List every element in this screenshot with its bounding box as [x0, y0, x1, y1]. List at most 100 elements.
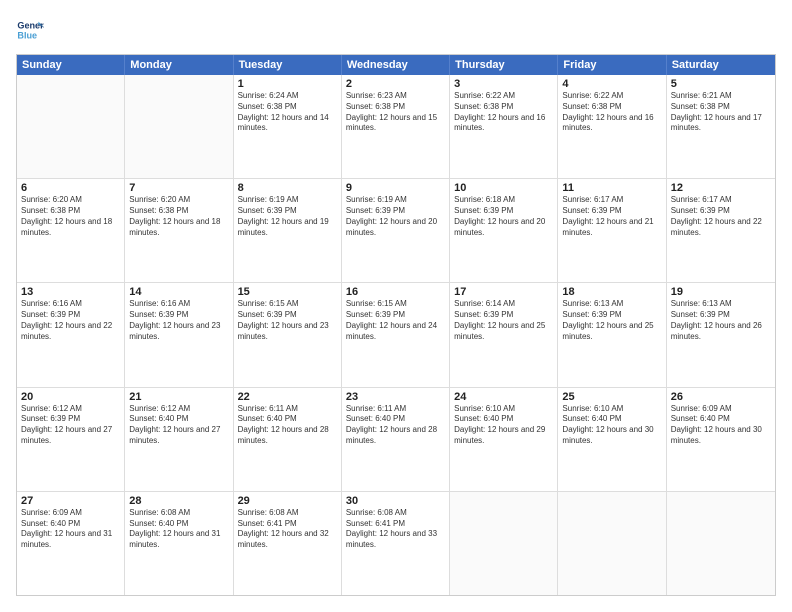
- logo: General Blue: [16, 16, 48, 44]
- day-number: 16: [346, 286, 445, 298]
- calendar-cell: 4Sunrise: 6:22 AM Sunset: 6:38 PM Daylig…: [558, 75, 666, 178]
- calendar-cell: [125, 75, 233, 178]
- logo-icon: General Blue: [16, 16, 44, 44]
- cell-details: Sunrise: 6:14 AM Sunset: 6:39 PM Dayligh…: [454, 299, 553, 342]
- day-number: 9: [346, 182, 445, 194]
- cell-details: Sunrise: 6:17 AM Sunset: 6:39 PM Dayligh…: [562, 195, 661, 238]
- calendar-week-2: 6Sunrise: 6:20 AM Sunset: 6:38 PM Daylig…: [17, 179, 775, 283]
- page: General Blue SundayMondayTuesdayWednesda…: [0, 0, 792, 612]
- cell-details: Sunrise: 6:24 AM Sunset: 6:38 PM Dayligh…: [238, 91, 337, 134]
- calendar-cell: [558, 492, 666, 595]
- day-number: 13: [21, 286, 120, 298]
- calendar-week-3: 13Sunrise: 6:16 AM Sunset: 6:39 PM Dayli…: [17, 283, 775, 387]
- calendar-cell: [450, 492, 558, 595]
- day-number: 1: [238, 78, 337, 90]
- day-number: 7: [129, 182, 228, 194]
- calendar-cell: 3Sunrise: 6:22 AM Sunset: 6:38 PM Daylig…: [450, 75, 558, 178]
- calendar-cell: 10Sunrise: 6:18 AM Sunset: 6:39 PM Dayli…: [450, 179, 558, 282]
- day-number: 12: [671, 182, 771, 194]
- svg-text:Blue: Blue: [17, 30, 37, 40]
- cell-details: Sunrise: 6:19 AM Sunset: 6:39 PM Dayligh…: [346, 195, 445, 238]
- calendar: SundayMondayTuesdayWednesdayThursdayFrid…: [16, 54, 776, 596]
- calendar-cell: 16Sunrise: 6:15 AM Sunset: 6:39 PM Dayli…: [342, 283, 450, 386]
- calendar-cell: 7Sunrise: 6:20 AM Sunset: 6:38 PM Daylig…: [125, 179, 233, 282]
- weekday-header-friday: Friday: [558, 55, 666, 75]
- calendar-cell: 18Sunrise: 6:13 AM Sunset: 6:39 PM Dayli…: [558, 283, 666, 386]
- calendar-cell: 22Sunrise: 6:11 AM Sunset: 6:40 PM Dayli…: [234, 388, 342, 491]
- calendar-cell: 5Sunrise: 6:21 AM Sunset: 6:38 PM Daylig…: [667, 75, 775, 178]
- cell-details: Sunrise: 6:13 AM Sunset: 6:39 PM Dayligh…: [671, 299, 771, 342]
- calendar-cell: 6Sunrise: 6:20 AM Sunset: 6:38 PM Daylig…: [17, 179, 125, 282]
- header: General Blue: [16, 16, 776, 44]
- calendar-cell: 1Sunrise: 6:24 AM Sunset: 6:38 PM Daylig…: [234, 75, 342, 178]
- calendar-header-row: SundayMondayTuesdayWednesdayThursdayFrid…: [17, 55, 775, 75]
- day-number: 6: [21, 182, 120, 194]
- calendar-cell: 29Sunrise: 6:08 AM Sunset: 6:41 PM Dayli…: [234, 492, 342, 595]
- cell-details: Sunrise: 6:15 AM Sunset: 6:39 PM Dayligh…: [346, 299, 445, 342]
- cell-details: Sunrise: 6:23 AM Sunset: 6:38 PM Dayligh…: [346, 91, 445, 134]
- calendar-cell: 9Sunrise: 6:19 AM Sunset: 6:39 PM Daylig…: [342, 179, 450, 282]
- calendar-week-4: 20Sunrise: 6:12 AM Sunset: 6:39 PM Dayli…: [17, 388, 775, 492]
- calendar-cell: 17Sunrise: 6:14 AM Sunset: 6:39 PM Dayli…: [450, 283, 558, 386]
- day-number: 20: [21, 391, 120, 403]
- cell-details: Sunrise: 6:11 AM Sunset: 6:40 PM Dayligh…: [346, 404, 445, 447]
- day-number: 27: [21, 495, 120, 507]
- cell-details: Sunrise: 6:09 AM Sunset: 6:40 PM Dayligh…: [21, 508, 120, 551]
- calendar-cell: 26Sunrise: 6:09 AM Sunset: 6:40 PM Dayli…: [667, 388, 775, 491]
- day-number: 8: [238, 182, 337, 194]
- day-number: 15: [238, 286, 337, 298]
- day-number: 18: [562, 286, 661, 298]
- weekday-header-sunday: Sunday: [17, 55, 125, 75]
- calendar-cell: 13Sunrise: 6:16 AM Sunset: 6:39 PM Dayli…: [17, 283, 125, 386]
- day-number: 23: [346, 391, 445, 403]
- cell-details: Sunrise: 6:20 AM Sunset: 6:38 PM Dayligh…: [129, 195, 228, 238]
- day-number: 25: [562, 391, 661, 403]
- cell-details: Sunrise: 6:22 AM Sunset: 6:38 PM Dayligh…: [562, 91, 661, 134]
- day-number: 21: [129, 391, 228, 403]
- day-number: 29: [238, 495, 337, 507]
- cell-details: Sunrise: 6:20 AM Sunset: 6:38 PM Dayligh…: [21, 195, 120, 238]
- calendar-body: 1Sunrise: 6:24 AM Sunset: 6:38 PM Daylig…: [17, 75, 775, 595]
- cell-details: Sunrise: 6:16 AM Sunset: 6:39 PM Dayligh…: [129, 299, 228, 342]
- cell-details: Sunrise: 6:12 AM Sunset: 6:40 PM Dayligh…: [129, 404, 228, 447]
- day-number: 26: [671, 391, 771, 403]
- day-number: 30: [346, 495, 445, 507]
- cell-details: Sunrise: 6:22 AM Sunset: 6:38 PM Dayligh…: [454, 91, 553, 134]
- day-number: 4: [562, 78, 661, 90]
- day-number: 19: [671, 286, 771, 298]
- cell-details: Sunrise: 6:10 AM Sunset: 6:40 PM Dayligh…: [562, 404, 661, 447]
- cell-details: Sunrise: 6:13 AM Sunset: 6:39 PM Dayligh…: [562, 299, 661, 342]
- calendar-cell: 19Sunrise: 6:13 AM Sunset: 6:39 PM Dayli…: [667, 283, 775, 386]
- weekday-header-tuesday: Tuesday: [234, 55, 342, 75]
- calendar-cell: 24Sunrise: 6:10 AM Sunset: 6:40 PM Dayli…: [450, 388, 558, 491]
- calendar-cell: 15Sunrise: 6:15 AM Sunset: 6:39 PM Dayli…: [234, 283, 342, 386]
- calendar-cell: 25Sunrise: 6:10 AM Sunset: 6:40 PM Dayli…: [558, 388, 666, 491]
- weekday-header-saturday: Saturday: [667, 55, 775, 75]
- cell-details: Sunrise: 6:18 AM Sunset: 6:39 PM Dayligh…: [454, 195, 553, 238]
- calendar-week-1: 1Sunrise: 6:24 AM Sunset: 6:38 PM Daylig…: [17, 75, 775, 179]
- calendar-cell: 20Sunrise: 6:12 AM Sunset: 6:39 PM Dayli…: [17, 388, 125, 491]
- cell-details: Sunrise: 6:09 AM Sunset: 6:40 PM Dayligh…: [671, 404, 771, 447]
- cell-details: Sunrise: 6:16 AM Sunset: 6:39 PM Dayligh…: [21, 299, 120, 342]
- cell-details: Sunrise: 6:17 AM Sunset: 6:39 PM Dayligh…: [671, 195, 771, 238]
- day-number: 3: [454, 78, 553, 90]
- cell-details: Sunrise: 6:08 AM Sunset: 6:41 PM Dayligh…: [238, 508, 337, 551]
- cell-details: Sunrise: 6:21 AM Sunset: 6:38 PM Dayligh…: [671, 91, 771, 134]
- calendar-cell: 21Sunrise: 6:12 AM Sunset: 6:40 PM Dayli…: [125, 388, 233, 491]
- cell-details: Sunrise: 6:15 AM Sunset: 6:39 PM Dayligh…: [238, 299, 337, 342]
- day-number: 22: [238, 391, 337, 403]
- calendar-week-5: 27Sunrise: 6:09 AM Sunset: 6:40 PM Dayli…: [17, 492, 775, 595]
- calendar-cell: 28Sunrise: 6:08 AM Sunset: 6:40 PM Dayli…: [125, 492, 233, 595]
- calendar-cell: [667, 492, 775, 595]
- weekday-header-wednesday: Wednesday: [342, 55, 450, 75]
- calendar-cell: 12Sunrise: 6:17 AM Sunset: 6:39 PM Dayli…: [667, 179, 775, 282]
- day-number: 2: [346, 78, 445, 90]
- weekday-header-monday: Monday: [125, 55, 233, 75]
- calendar-cell: 2Sunrise: 6:23 AM Sunset: 6:38 PM Daylig…: [342, 75, 450, 178]
- cell-details: Sunrise: 6:08 AM Sunset: 6:40 PM Dayligh…: [129, 508, 228, 551]
- day-number: 14: [129, 286, 228, 298]
- day-number: 28: [129, 495, 228, 507]
- weekday-header-thursday: Thursday: [450, 55, 558, 75]
- calendar-cell: [17, 75, 125, 178]
- day-number: 17: [454, 286, 553, 298]
